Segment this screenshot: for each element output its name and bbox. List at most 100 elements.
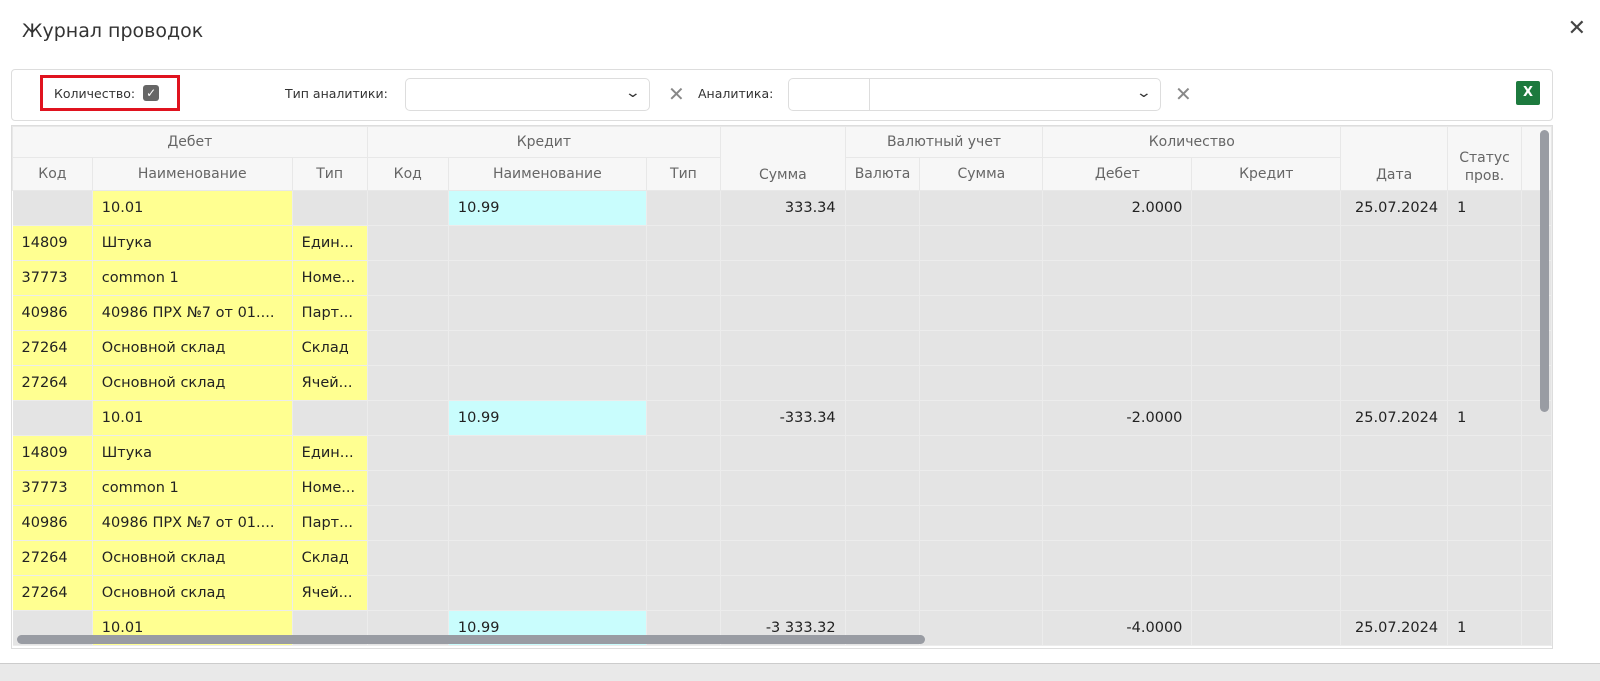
header-debit-code[interactable]: Код (12, 157, 93, 191)
analytic-row[interactable]: 37773 common 1 Номе... (12, 470, 1552, 506)
analytic-row[interactable]: 40986 40986 ПРХ №7 от 01.... Парт... (12, 505, 1552, 541)
cell-extra (1521, 540, 1552, 576)
cell-debit-type: Ячей... (292, 575, 368, 611)
cell-qty-debit (1042, 505, 1193, 541)
horizontal-scrollbar[interactable] (17, 635, 925, 644)
cell-credit-code (367, 190, 449, 226)
export-excel-button[interactable]: X (1516, 81, 1540, 105)
cell-credit-name (448, 295, 647, 331)
cell-credit-code (367, 540, 449, 576)
cell-currency-sum (919, 330, 1044, 366)
quantity-toggle[interactable]: Количество: ✓ (40, 75, 180, 111)
cell-sum: 333.34 (720, 190, 846, 226)
analytic-row[interactable]: 27264 Основной склад Склад (12, 330, 1552, 366)
cell-qty-credit (1191, 540, 1342, 576)
header-currency-sum[interactable]: Сумма (919, 157, 1044, 191)
cell-credit-name (448, 540, 647, 576)
header-debit-name[interactable]: Наименование (91, 157, 293, 191)
cell-currency (845, 330, 921, 366)
clear-analytics-icon[interactable]: ✕ (1175, 82, 1192, 106)
cell-debit-code: 40986 (12, 295, 93, 331)
cell-qty-credit (1191, 225, 1342, 261)
cell-credit-code (367, 400, 449, 436)
cell-currency-sum (919, 365, 1044, 401)
analytic-row[interactable]: 14809 Штука Един... (12, 435, 1552, 471)
cell-currency-sum (919, 470, 1044, 506)
cell-extra (1521, 470, 1552, 506)
cell-debit-code: 27264 (12, 575, 93, 611)
cell-credit-type (646, 575, 722, 611)
filter-toolbar: Количество: ✓ Тип аналитики: ⌄ ✕ Аналити… (11, 69, 1553, 121)
cell-credit-type (646, 330, 722, 366)
cell-debit-type: Парт... (292, 505, 368, 541)
cell-qty-credit (1191, 505, 1342, 541)
vertical-scrollbar[interactable] (1540, 130, 1549, 412)
header-debit-type[interactable]: Тип (291, 157, 368, 191)
cell-qty-credit (1191, 575, 1342, 611)
header-credit-code[interactable]: Код (366, 157, 449, 191)
cell-qty-debit (1042, 540, 1193, 576)
analytic-row[interactable]: 27264 Основной склад Ячей... (12, 365, 1552, 401)
header-sum[interactable]: Сумма (720, 126, 846, 191)
header-currency-code[interactable]: Валюта (844, 157, 921, 191)
cell-date (1340, 505, 1449, 541)
analytic-row[interactable]: 37773 common 1 Номе... (12, 260, 1552, 296)
cell-status (1447, 260, 1523, 296)
cell-debit-type: Парт... (292, 295, 368, 331)
cell-qty-debit: 2.0000 (1042, 190, 1193, 226)
cell-currency (845, 365, 921, 401)
cell-credit-name (448, 225, 647, 261)
cell-credit-code (367, 575, 449, 611)
cell-debit-name: Штука (92, 225, 293, 261)
cell-extra (1521, 505, 1552, 541)
cell-debit-name: 40986 ПРХ №7 от 01.... (92, 295, 293, 331)
cell-status (1447, 365, 1523, 401)
cell-date (1340, 365, 1449, 401)
analytic-row[interactable]: 27264 Основной склад Склад (12, 540, 1552, 576)
cell-qty-credit (1191, 190, 1342, 226)
header-qty-credit[interactable]: Кредит (1191, 157, 1342, 191)
entry-row[interactable]: 10.01 10.99 -333.34 -2.0000 25.07.2024 1 (12, 400, 1552, 436)
cell-extra (1521, 435, 1552, 471)
clear-analytics-type-icon[interactable]: ✕ (668, 82, 685, 106)
analytics-select[interactable]: ⌄ (788, 78, 1161, 111)
cell-status (1447, 505, 1523, 541)
cell-debit-name: Основной склад (92, 365, 293, 401)
cell-status (1447, 540, 1523, 576)
quantity-checkbox[interactable]: ✓ (143, 85, 160, 101)
analytics-type-select[interactable]: ⌄ (405, 78, 650, 111)
cell-qty-debit: -2.0000 (1042, 400, 1193, 436)
cell-qty-debit (1042, 225, 1193, 261)
header-credit-type[interactable]: Тип (645, 157, 722, 191)
analytic-row[interactable]: 14809 Штука Един... (12, 225, 1552, 261)
cell-status (1447, 225, 1523, 261)
cell-credit-type (646, 260, 722, 296)
journal-dialog: Журнал проводок ✕ Количество: ✓ Тип анал… (0, 0, 1600, 664)
analytics-code-divider (869, 79, 870, 110)
analytic-row[interactable]: 40986 40986 ПРХ №7 от 01.... Парт... (12, 295, 1552, 331)
entry-row[interactable]: 10.01 10.99 333.34 2.0000 25.07.2024 1 (12, 190, 1552, 226)
cell-credit-type (646, 365, 722, 401)
cell-date: 25.07.2024 (1340, 610, 1449, 646)
cell-credit-name (448, 435, 647, 471)
cell-qty-credit (1191, 400, 1342, 436)
quantity-label: Количество: (54, 85, 136, 101)
analytic-row[interactable]: 27264 Основной склад Ячей... (12, 575, 1552, 611)
cell-debit-name: Штука (92, 435, 293, 471)
cell-sum (720, 330, 846, 366)
cell-extra (1521, 575, 1552, 611)
close-icon[interactable]: ✕ (1568, 16, 1586, 41)
header-status[interactable]: Статус пров. (1447, 126, 1523, 191)
cell-currency (845, 435, 921, 471)
cell-currency-sum (919, 435, 1044, 471)
header-qty-debit[interactable]: Дебет (1042, 157, 1193, 191)
header-currency: Валютный учет (844, 126, 1044, 158)
cell-debit-code: 14809 (12, 435, 93, 471)
cell-debit-code: 27264 (12, 540, 93, 576)
header-credit-name[interactable]: Наименование (447, 157, 647, 191)
cell-credit-type (646, 295, 722, 331)
header-date[interactable]: Дата (1340, 126, 1449, 191)
cell-qty-credit (1191, 330, 1342, 366)
cell-date (1340, 225, 1449, 261)
cell-credit-name (448, 260, 647, 296)
